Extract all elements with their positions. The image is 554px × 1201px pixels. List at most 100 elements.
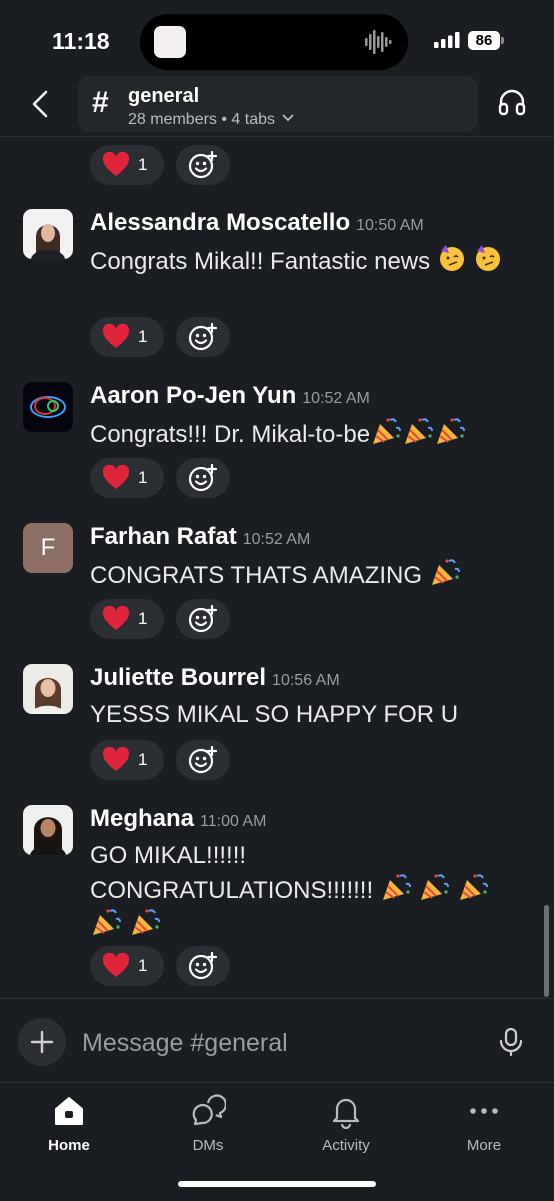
add-reaction-icon <box>188 322 218 351</box>
message-input[interactable] <box>80 1020 484 1066</box>
message-text-line: CONGRATULATIONS!!!!!!! <box>90 872 510 907</box>
heart-reaction[interactable]: 1 <box>90 740 164 780</box>
channel-meta: 28 members • 4 tabs <box>128 111 294 129</box>
reaction-row: 1 <box>90 946 230 986</box>
attach-plus-button[interactable] <box>18 1018 66 1066</box>
add-reaction-button[interactable] <box>176 458 230 498</box>
reaction-count: 1 <box>138 609 148 628</box>
message-body: YESSS MIKAL SO HAPPY FOR U <box>90 698 510 731</box>
heart-icon <box>102 152 130 176</box>
heart-reaction[interactable]: 1 <box>90 317 164 357</box>
avatar[interactable]: F <box>23 523 73 573</box>
home-icon <box>55 1097 83 1125</box>
huddle-headphones-icon[interactable] <box>496 86 528 118</box>
message-author[interactable]: Juliette Bourrel 10:56 AM <box>90 664 340 692</box>
author-name: Juliette Bourrel <box>90 664 267 691</box>
reaction-count: 1 <box>138 155 148 174</box>
reaction-row: 1 <box>90 599 230 639</box>
message-author[interactable]: Meghana 11:00 AM <box>90 805 266 833</box>
add-reaction-icon <box>188 745 218 774</box>
tab-label: DMs <box>192 1137 224 1154</box>
party-popper-emoji-icon <box>460 874 489 900</box>
message-body: Congrats!!! Dr. Mikal-to-be <box>90 416 510 451</box>
heart-icon <box>102 953 130 977</box>
avatar[interactable] <box>23 382 73 432</box>
message-text: Congrats!!! Dr. Mikal-to-be <box>90 421 371 448</box>
message-body: Congrats Mikal!! Fantastic news <box>90 243 510 278</box>
now-playing-thumbnail <box>154 26 186 58</box>
plus-icon <box>30 1030 54 1054</box>
heart-reaction[interactable]: 1 <box>90 599 164 639</box>
message-author[interactable]: Farhan Rafat 10:52 AM <box>90 523 310 551</box>
reaction-row: 1 <box>90 740 230 780</box>
reaction-row: 1 <box>90 145 230 185</box>
channel-info-button[interactable]: # general 28 members • 4 tabs <box>78 76 478 132</box>
microphone-icon[interactable] <box>498 1028 524 1056</box>
message-text: Congrats Mikal!! Fantastic news <box>90 248 431 275</box>
channel-meta-text: 28 members • 4 tabs <box>128 111 275 128</box>
message-text: CONGRATULATIONS!!!!!!! <box>90 877 374 904</box>
add-reaction-button[interactable] <box>176 317 230 357</box>
heart-reaction[interactable]: 1 <box>90 458 164 498</box>
back-arrow-icon[interactable] <box>24 86 56 122</box>
partying-face-emoji-icon <box>439 245 464 271</box>
add-reaction-button[interactable] <box>176 740 230 780</box>
message-text: CONGRATS THATS AMAZING <box>90 562 423 589</box>
add-reaction-icon <box>188 951 218 980</box>
message-author[interactable]: Alessandra Moscatello 10:50 AM <box>90 209 424 237</box>
partying-face-emoji-icon <box>476 245 501 271</box>
cellular-signal-icon <box>434 32 460 48</box>
dms-icon <box>192 1094 226 1126</box>
add-reaction-icon <box>188 463 218 492</box>
channel-name: general <box>128 85 200 107</box>
message-author[interactable]: Aaron Po-Jen Yun 10:52 AM <box>90 382 370 410</box>
message-emoji-line <box>90 907 510 942</box>
message-composer <box>0 1000 554 1082</box>
battery-indicator: 86 <box>468 31 500 50</box>
channel-hash-icon: # <box>92 86 109 119</box>
add-reaction-button[interactable] <box>176 145 230 185</box>
author-name: Farhan Rafat <box>90 523 237 550</box>
heart-icon <box>102 606 130 630</box>
tab-dms[interactable]: DMs <box>153 1093 263 1163</box>
party-popper-emoji-icon <box>382 874 411 900</box>
heart-reaction[interactable]: 1 <box>90 145 164 185</box>
author-name: Aaron Po-Jen Yun <box>90 382 297 409</box>
message-timestamp: 10:56 AM <box>272 672 340 689</box>
composer-divider <box>0 998 554 999</box>
status-bar: 11:18 86 <box>0 0 554 80</box>
tab-more[interactable]: More <box>429 1093 539 1163</box>
avatar[interactable] <box>23 209 73 259</box>
avatar[interactable] <box>23 664 73 714</box>
reaction-count: 1 <box>138 956 148 975</box>
message-text: YESSS MIKAL SO HAPPY FOR U <box>90 701 459 728</box>
party-popper-emoji-icon <box>405 418 434 444</box>
battery-tip <box>501 37 504 44</box>
more-icon <box>470 1108 498 1114</box>
party-popper-emoji-icon <box>421 874 450 900</box>
tab-label: More <box>466 1137 502 1154</box>
heart-reaction[interactable]: 1 <box>90 946 164 986</box>
heart-icon <box>102 465 130 489</box>
message-timestamp: 10:52 AM <box>242 531 311 548</box>
tab-activity[interactable]: Activity <box>291 1093 401 1163</box>
tab-home[interactable]: Home <box>14 1093 124 1163</box>
heart-icon <box>102 747 130 771</box>
party-popper-emoji-icon <box>131 909 160 935</box>
audio-waveform-icon <box>365 30 392 54</box>
reaction-count: 1 <box>138 750 148 769</box>
add-reaction-icon <box>188 150 218 179</box>
message-text-line: GO MIKAL!!!!!! <box>90 842 247 869</box>
home-indicator[interactable] <box>178 1181 376 1187</box>
dynamic-island[interactable] <box>140 14 408 70</box>
add-reaction-button[interactable] <box>176 599 230 639</box>
reaction-count: 1 <box>138 468 148 487</box>
message-body: GO MIKAL!!!!!! CONGRATULATIONS!!!!!!! <box>90 839 510 942</box>
avatar[interactable] <box>23 805 73 855</box>
add-reaction-button[interactable] <box>176 946 230 986</box>
party-popper-emoji-icon <box>431 559 460 585</box>
message-timestamp: 11:00 AM <box>200 813 267 830</box>
feed-scrollbar[interactable] <box>544 905 549 997</box>
message-feed[interactable]: 1 Alessandra Moscatello 10:50 AM Congrats… <box>0 137 554 1000</box>
heart-icon <box>102 324 130 348</box>
